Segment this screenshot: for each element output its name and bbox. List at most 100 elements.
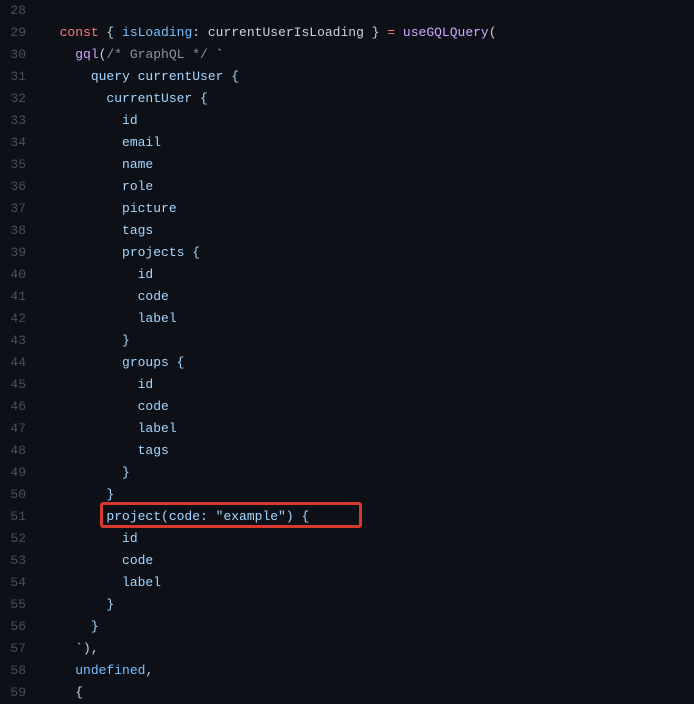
line-number: 40 (0, 264, 44, 286)
token-str: picture (122, 201, 177, 216)
token-punct: , (145, 663, 153, 678)
token-punct: { (106, 25, 122, 40)
code-line: 37 picture (0, 198, 694, 220)
line-number: 57 (0, 638, 44, 660)
code-line: 42 label (0, 308, 694, 330)
token-str: code (138, 289, 169, 304)
line-content: `), (44, 638, 694, 660)
line-number: 54 (0, 572, 44, 594)
code-line: 41 code (0, 286, 694, 308)
line-content: label (44, 572, 694, 594)
token-punct: ( (489, 25, 497, 40)
token-str: tags (138, 443, 169, 458)
code-line: 50 } (0, 484, 694, 506)
token-punct: { (75, 685, 83, 700)
code-line: 59 { (0, 682, 694, 704)
code-line: 52 id (0, 528, 694, 550)
line-content: project(code: "example") { (44, 506, 694, 528)
line-content: email (44, 132, 694, 154)
token-kw: const (60, 25, 107, 40)
token-comment: /* GraphQL */ (106, 47, 215, 62)
token-prop: isLoading (122, 25, 192, 40)
line-number: 58 (0, 660, 44, 682)
line-number: 33 (0, 110, 44, 132)
line-content: role (44, 176, 694, 198)
code-line: 46 code (0, 396, 694, 418)
line-number: 59 (0, 682, 44, 704)
line-content: currentUser { (44, 88, 694, 110)
line-content: tags (44, 440, 694, 462)
line-number: 31 (0, 66, 44, 88)
token-str: ` (75, 641, 83, 656)
line-number: 36 (0, 176, 44, 198)
line-content: picture (44, 198, 694, 220)
line-number: 29 (0, 22, 44, 44)
token-str: name (122, 157, 153, 172)
code-line: 43 } (0, 330, 694, 352)
line-number: 35 (0, 154, 44, 176)
code-line: 48 tags (0, 440, 694, 462)
token-str: currentUser { (106, 91, 207, 106)
token-str: code (122, 553, 153, 568)
line-content: name (44, 154, 694, 176)
line-content: tags (44, 220, 694, 242)
line-content: gql(/* GraphQL */ ` (44, 44, 694, 66)
token-str: role (122, 179, 153, 194)
code-line: 32 currentUser { (0, 88, 694, 110)
code-line: 31 query currentUser { (0, 66, 694, 88)
line-content: code (44, 396, 694, 418)
token-str: id (122, 113, 138, 128)
line-number: 38 (0, 220, 44, 242)
line-number: 32 (0, 88, 44, 110)
line-number: 37 (0, 198, 44, 220)
code-line: 36 role (0, 176, 694, 198)
token-str: id (122, 531, 138, 546)
token-str: groups { (122, 355, 184, 370)
token-undef: undefined (75, 663, 145, 678)
token-str: id (138, 267, 154, 282)
line-content: code (44, 286, 694, 308)
line-content: } (44, 594, 694, 616)
token-str: query currentUser { (91, 69, 239, 84)
token-str: tags (122, 223, 153, 238)
line-number: 28 (0, 0, 44, 22)
code-line: 56 } (0, 616, 694, 638)
code-line: 30 gql(/* GraphQL */ ` (0, 44, 694, 66)
line-number: 53 (0, 550, 44, 572)
token-str: project(code: "example") { (106, 509, 309, 524)
line-content: projects { (44, 242, 694, 264)
line-number: 52 (0, 528, 44, 550)
token-str: label (122, 575, 161, 590)
line-number: 34 (0, 132, 44, 154)
line-number: 39 (0, 242, 44, 264)
code-line: 33 id (0, 110, 694, 132)
token-fn: gql (75, 47, 98, 62)
line-number: 48 (0, 440, 44, 462)
token-punct (395, 25, 403, 40)
code-line: 34 email (0, 132, 694, 154)
token-str: projects { (122, 245, 200, 260)
code-line: 51 project(code: "example") { (0, 506, 694, 528)
line-number: 49 (0, 462, 44, 484)
line-number: 55 (0, 594, 44, 616)
code-line: 38 tags (0, 220, 694, 242)
line-content: { (44, 682, 694, 704)
line-content: } (44, 616, 694, 638)
line-content: id (44, 528, 694, 550)
line-content: } (44, 462, 694, 484)
token-str: email (122, 135, 161, 150)
line-content: label (44, 418, 694, 440)
token-str: id (138, 377, 154, 392)
line-content: } (44, 330, 694, 352)
line-content: id (44, 110, 694, 132)
code-line: 57 `), (0, 638, 694, 660)
line-content: } (44, 484, 694, 506)
token-str: } (106, 487, 114, 502)
token-str: } (122, 465, 130, 480)
code-line: 35 name (0, 154, 694, 176)
token-str: ` (216, 47, 224, 62)
line-content: groups { (44, 352, 694, 374)
line-number: 46 (0, 396, 44, 418)
line-content: undefined, (44, 660, 694, 682)
code-line: 49 } (0, 462, 694, 484)
